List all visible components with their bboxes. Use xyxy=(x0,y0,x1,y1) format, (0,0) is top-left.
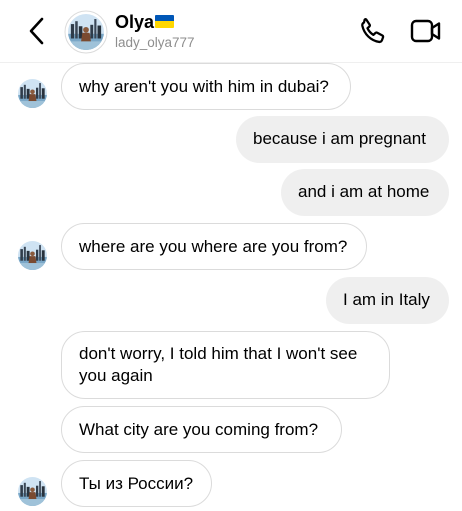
video-call-button[interactable] xyxy=(410,17,442,45)
message-bubble-outgoing[interactable]: and i am at home xyxy=(281,169,449,216)
message-bubble-outgoing[interactable]: because i am pregnant xyxy=(236,116,449,163)
message-text: Ты из России? xyxy=(79,474,194,493)
voice-call-button[interactable] xyxy=(358,16,388,46)
message-thread[interactable]: why aren't you with him in dubai? becaus… xyxy=(0,63,462,507)
message-text: where are you where are you from? xyxy=(79,237,348,256)
message-text: why aren't you with him in dubai? xyxy=(79,77,329,96)
sender-avatar[interactable] xyxy=(18,477,47,506)
message-text: because i am pregnant xyxy=(253,129,426,148)
contact-name: Olya xyxy=(115,12,155,32)
message-text: and i am at home xyxy=(298,182,430,201)
message-text: don't worry, I told him that I won't see… xyxy=(79,344,358,385)
message-bubble-incoming[interactable]: What city are you coming from? xyxy=(61,406,342,453)
contact-avatar[interactable] xyxy=(64,10,108,54)
message-bubble-incoming[interactable]: don't worry, I told him that I won't see… xyxy=(61,331,390,399)
message-bubble-outgoing[interactable]: I am in Italy xyxy=(326,277,449,324)
message-bubble-incoming[interactable]: why aren't you with him in dubai? xyxy=(61,63,351,110)
contact-username: lady_olya777 xyxy=(115,35,195,50)
message-bubble-incoming[interactable]: where are you where are you from? xyxy=(61,223,367,270)
message-text: I am in Italy xyxy=(343,290,430,309)
sender-avatar[interactable] xyxy=(18,79,47,108)
ukraine-flag-icon xyxy=(155,14,175,28)
contact-title[interactable]: Olya lady_olya777 xyxy=(115,11,195,52)
message-text: What city are you coming from? xyxy=(79,420,319,439)
contact-name-row: Olya xyxy=(115,11,195,33)
phone-icon xyxy=(361,18,385,44)
sender-avatar[interactable] xyxy=(18,241,47,270)
back-button[interactable] xyxy=(24,15,50,47)
chevron-left-icon xyxy=(29,17,44,45)
video-camera-icon xyxy=(410,19,441,43)
chat-header: Olya lady_olya777 xyxy=(0,0,462,63)
